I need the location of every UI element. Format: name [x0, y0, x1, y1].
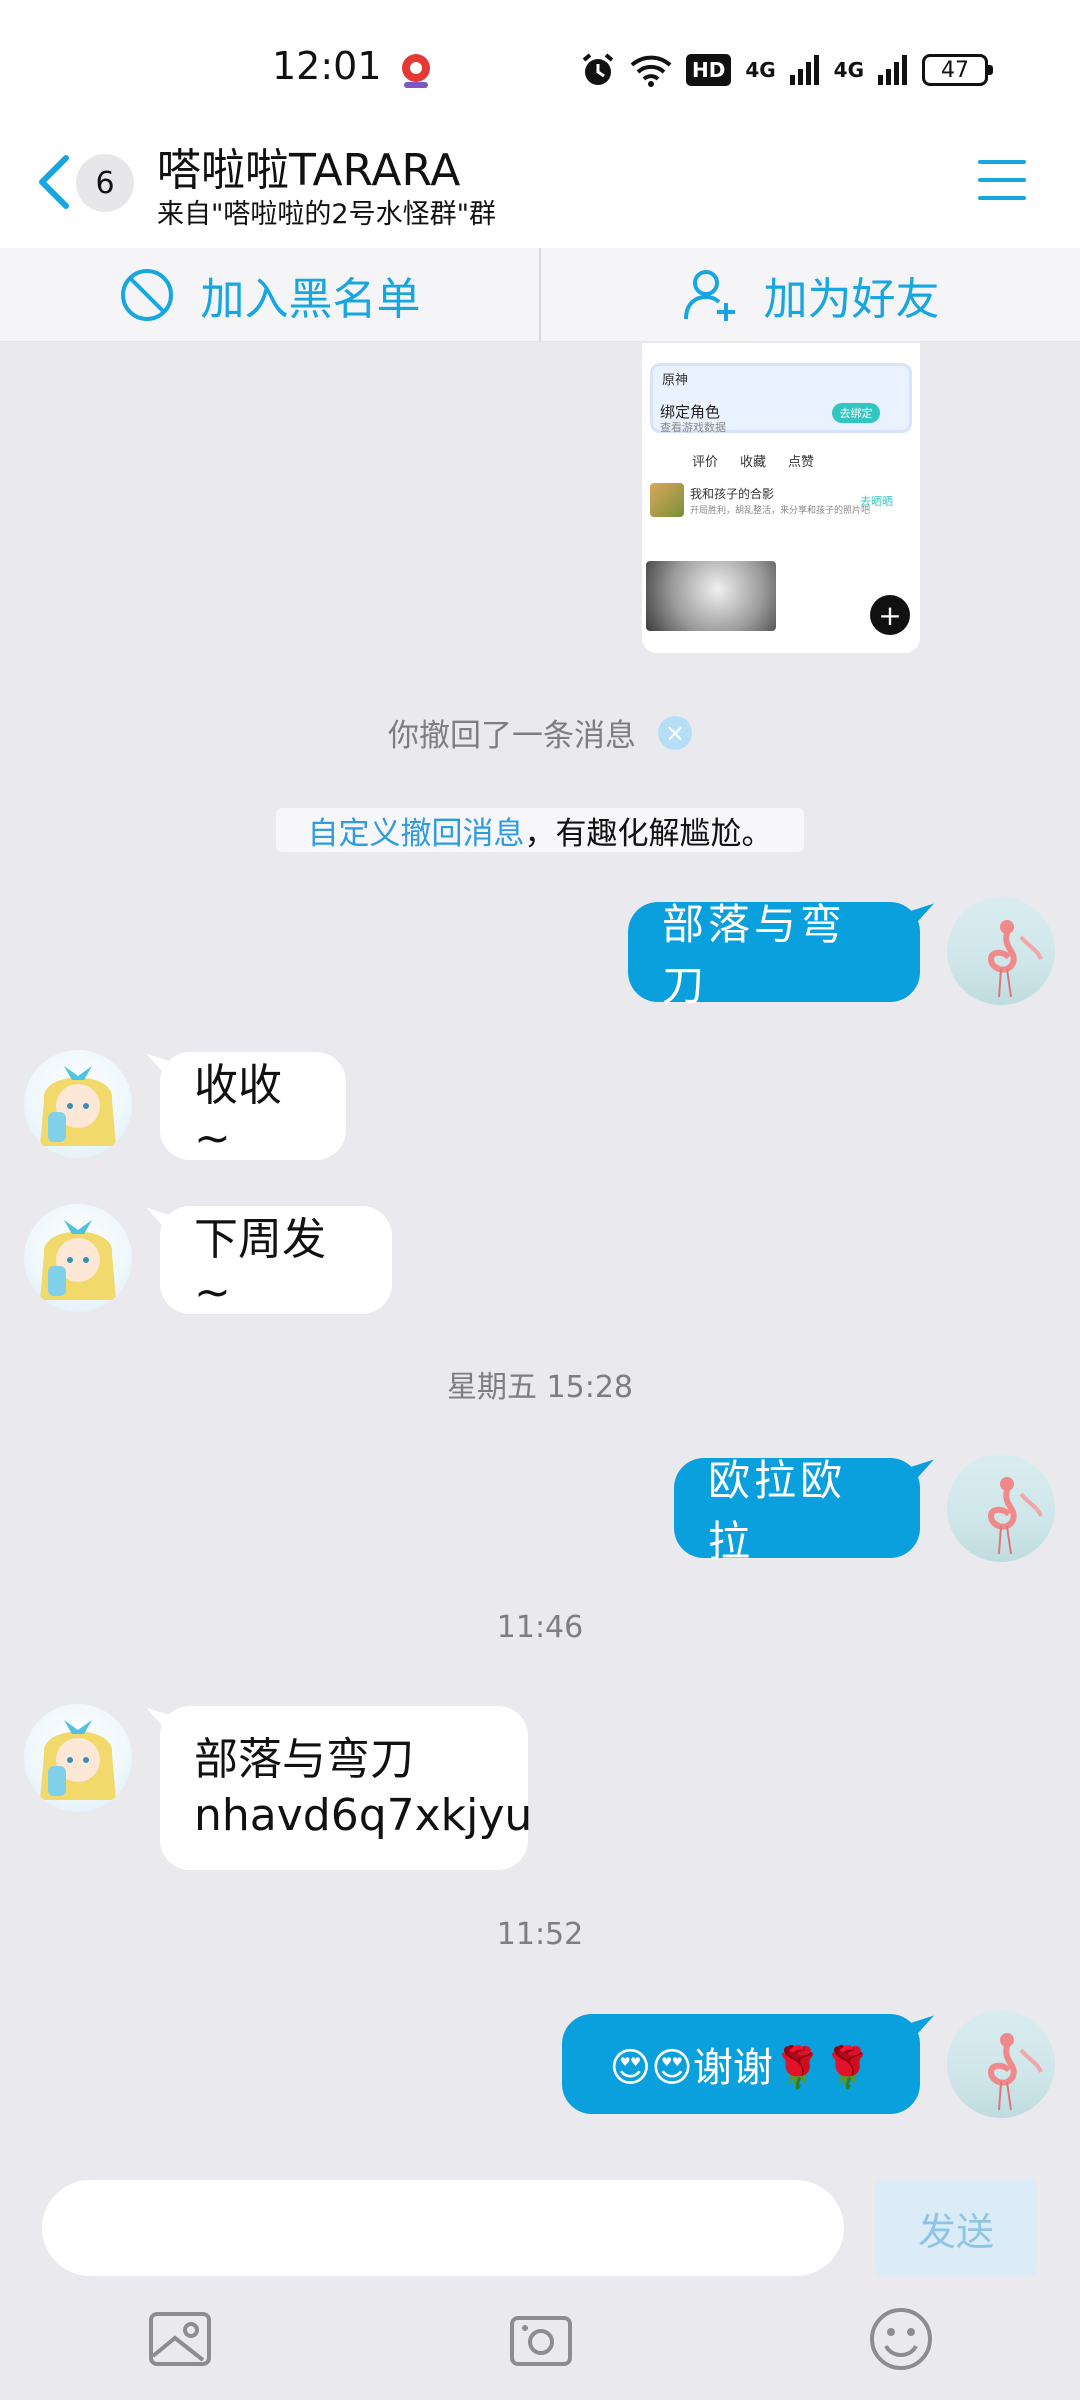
message-input[interactable] — [42, 2180, 844, 2276]
action-bar: 加入黑名单 加为好友 — [0, 248, 1080, 342]
flamingo-icon — [987, 920, 1043, 998]
network-type-2: 4G — [833, 58, 864, 82]
screenshot-row-button: 去晒晒 — [860, 495, 893, 508]
screenshot-tabs: 评价 收藏 点赞 — [692, 451, 814, 470]
close-icon[interactable]: × — [658, 715, 692, 750]
screenshot-card-title: 原神 — [662, 373, 689, 388]
camera-icon[interactable] — [506, 2304, 576, 2374]
chat-header: 6 嗒啦啦TARARA 来自"嗒啦啦的2号水怪群"群 — [0, 130, 1080, 248]
add-friend-label: 加为好友 — [763, 273, 940, 325]
unread-count-badge[interactable]: 6 — [76, 154, 134, 212]
send-button[interactable]: 发送 — [875, 2180, 1037, 2276]
my-avatar[interactable] — [947, 2010, 1055, 2118]
screenshot-row: 我和孩子的合影 开局胜利，胡乱整活，来分享和孩子的照片吧 去晒晒 — [650, 483, 912, 523]
screenshot-cloud-image — [646, 561, 776, 631]
screenshot-panel-left — [646, 531, 780, 653]
custom-recall-link[interactable]: 自定义撤回消息 — [308, 808, 525, 853]
plus-icon: + — [870, 595, 910, 635]
message-text-line2: nhavd6q7xkjyu — [194, 1790, 533, 1841]
emoji-icon[interactable] — [866, 2304, 936, 2374]
timestamp: 11:46 — [496, 1610, 584, 1645]
timestamp: 11:52 — [496, 1917, 584, 1952]
shared-screenshot-image[interactable]: 原神 绑定角色 查看游戏数据 去绑定 评价 收藏 点赞 我和孩子的合影 开局胜利… — [641, 342, 921, 654]
network-type-1: 4G — [745, 58, 776, 82]
status-time: 12:01 — [272, 44, 382, 88]
message-text: 收收~ — [194, 1059, 282, 1164]
signal-icon — [789, 55, 819, 85]
screenshot-tab: 评价 — [692, 455, 719, 470]
screenshot-row-sub: 开局胜利，胡乱整活，来分享和孩子的照片吧 — [690, 506, 871, 516]
message-bubble[interactable]: 部落与弯刀 — [628, 900, 920, 1010]
chat-messages[interactable]: 原神 绑定角色 查看游戏数据 去绑定 评价 收藏 点赞 我和孩子的合影 开局胜利… — [0, 342, 1080, 2172]
message-bubble[interactable]: 欧拉欧拉 — [674, 1456, 920, 1566]
add-friend-button[interactable]: 加为好友 — [541, 248, 1080, 341]
my-avatar[interactable] — [947, 897, 1055, 1005]
message-bubble[interactable]: 部落与弯刀 nhavd6q7xkjyu — [160, 1706, 532, 1870]
contact-avatar[interactable] — [24, 1050, 132, 1158]
screenshot-panel-right — [784, 531, 918, 653]
custom-recall-tip: 自定义撤回消息 ，有趣化解尴尬。 — [276, 808, 804, 852]
message-bubble[interactable]: 收收~ — [160, 1052, 346, 1164]
screenshot-row-title: 我和孩子的合影 — [690, 487, 775, 501]
message-text-line1: 部落与弯刀 — [194, 1734, 414, 1785]
contact-avatar[interactable] — [24, 1704, 132, 1812]
screenshot-tab: 收藏 — [740, 455, 767, 470]
add-friend-icon — [683, 269, 735, 321]
custom-recall-tip-text: ，有趣化解尴尬。 — [524, 815, 773, 852]
message-bubble[interactable]: 😍😍谢谢🌹🌹 — [562, 2014, 920, 2114]
alarm-icon — [582, 53, 614, 85]
status-bar: 12:01 HD 4G 4G 47 — [0, 0, 1080, 140]
wifi-icon — [630, 55, 672, 87]
message-text: 部落与弯刀 — [662, 900, 847, 1010]
battery-level: 47 — [941, 57, 969, 83]
recall-notice-text: 你撤回了一条消息 — [388, 718, 636, 754]
battery-indicator: 47 — [922, 54, 993, 86]
image-icon[interactable] — [145, 2304, 215, 2374]
message-text: 欧拉欧拉 — [708, 1456, 847, 1566]
screenshot-card-button: 去绑定 — [832, 403, 880, 423]
flamingo-icon — [987, 1477, 1043, 1555]
flamingo-icon — [987, 2033, 1043, 2111]
chat-title: 嗒啦啦TARARA — [157, 145, 461, 196]
my-avatar[interactable] — [947, 1454, 1055, 1562]
menu-icon[interactable] — [978, 160, 1026, 204]
message-bubble[interactable]: 下周发~ — [160, 1206, 392, 1318]
message-text: 😍😍谢谢🌹🌹 — [609, 2045, 873, 2091]
message-text: 下周发~ — [194, 1213, 326, 1318]
screenshot-row-thumbnail — [650, 483, 684, 517]
block-icon — [120, 268, 173, 321]
blacklist-label: 加入黑名单 — [200, 273, 421, 325]
hd-badge: HD — [685, 54, 732, 86]
screenshot-tab: 点赞 — [788, 455, 815, 470]
back-icon[interactable] — [34, 152, 74, 212]
status-icons: HD 4G 4G 47 — [580, 48, 993, 92]
anime-avatar-icon — [40, 1220, 116, 1300]
app-notification-icon — [402, 54, 430, 88]
recall-notice: 你撤回了一条消息 × — [0, 710, 1080, 755]
anime-avatar-icon — [40, 1720, 116, 1800]
add-to-blacklist-button[interactable]: 加入黑名单 — [0, 248, 539, 341]
contact-avatar[interactable] — [24, 1204, 132, 1312]
composer: 发送 — [0, 2172, 1080, 2400]
anime-avatar-icon — [40, 1066, 116, 1146]
timestamp: 星期五 15:28 — [447, 1370, 633, 1405]
chat-subtitle: 来自"嗒啦啦的2号水怪群"群 — [157, 199, 497, 230]
signal-icon — [878, 55, 907, 85]
screenshot-card-sub: 查看游戏数据 — [660, 421, 726, 434]
